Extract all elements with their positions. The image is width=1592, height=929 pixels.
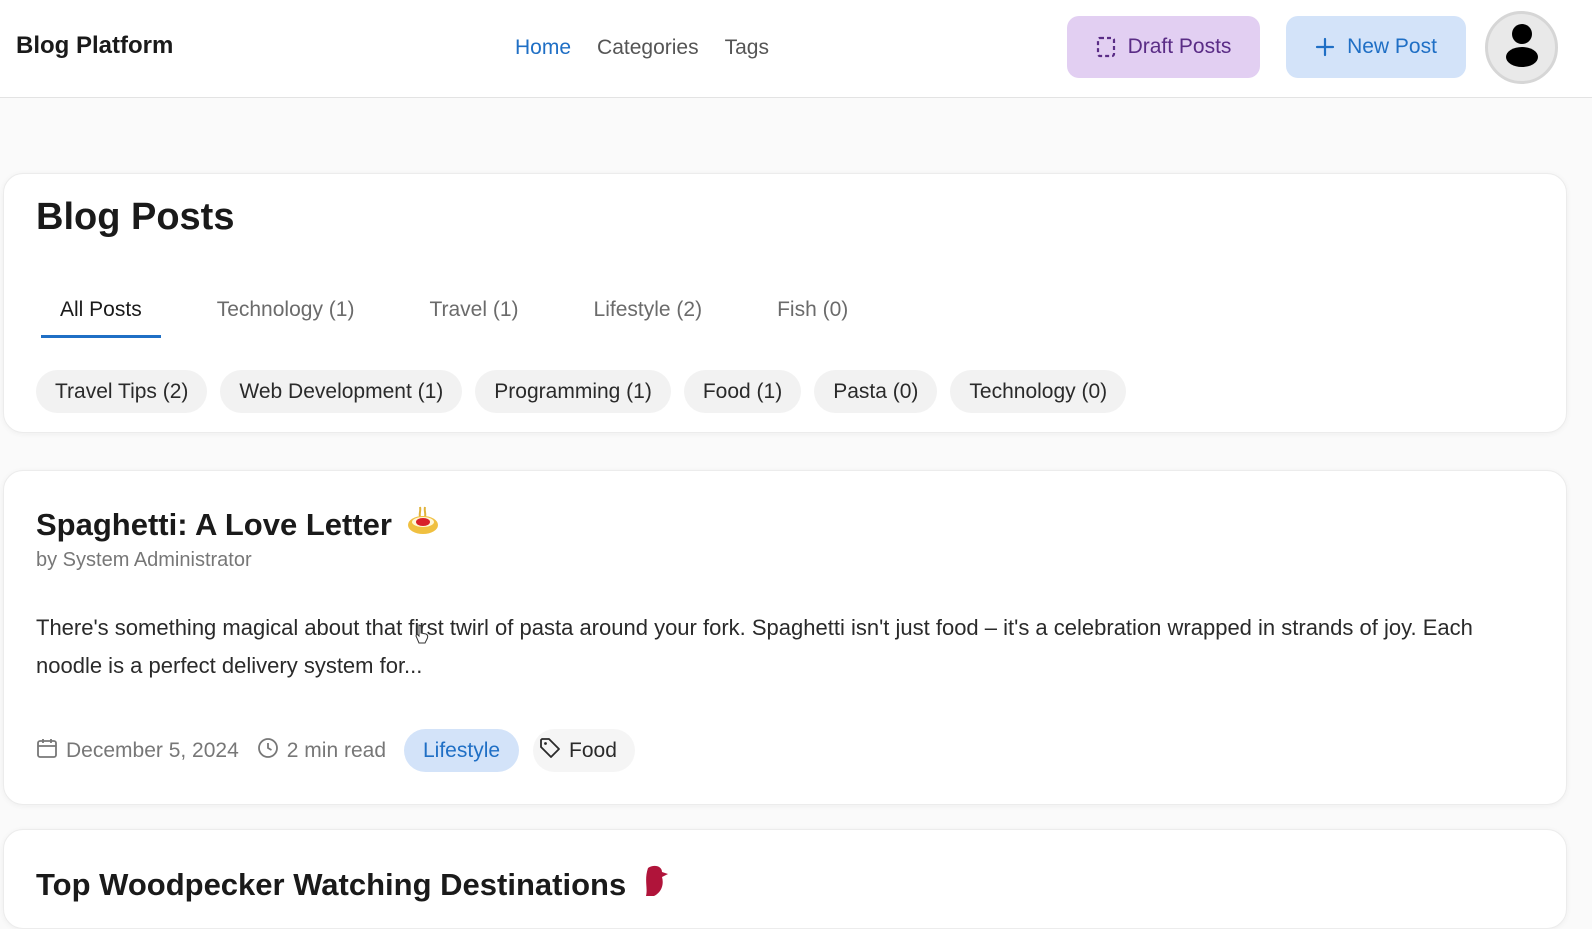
- post-title[interactable]: Top Woodpecker Watching Destinations: [36, 864, 670, 906]
- post-excerpt: There's something magical about that fir…: [36, 615, 1473, 678]
- user-avatar[interactable]: [1485, 11, 1558, 84]
- tag-chip-technology[interactable]: Technology (0): [950, 370, 1127, 413]
- nav-tags[interactable]: Tags: [725, 36, 769, 60]
- draft-posts-label: Draft Posts: [1127, 35, 1232, 58]
- top-header: Blog Platform Home Categories Tags Draft…: [0, 0, 1592, 98]
- brand-logo-text[interactable]: Blog Platform: [16, 32, 173, 60]
- user-icon: [1505, 23, 1539, 72]
- spaghetti-emoji-icon: [406, 505, 440, 545]
- mouse-pointer-icon: [414, 623, 430, 650]
- post-card[interactable]: Top Woodpecker Watching Destinations: [3, 829, 1567, 929]
- post-tag-text: Food: [569, 738, 617, 762]
- tag-chip-list: Travel Tips (2) Web Development (1) Prog…: [36, 370, 1127, 413]
- page-title: Blog Posts: [36, 196, 235, 238]
- post-card[interactable]: Spaghetti: A Love Letter by System Admin…: [3, 470, 1567, 805]
- new-post-label: New Post: [1347, 35, 1437, 58]
- post-read-time-text: 2 min read: [286, 738, 386, 762]
- clock-icon: [257, 737, 279, 765]
- tab-all-posts[interactable]: All Posts: [41, 298, 161, 338]
- post-author: by System Administrator: [36, 549, 252, 571]
- woodpecker-emoji-icon: [640, 864, 670, 906]
- tag-chip-web-development[interactable]: Web Development (1): [220, 370, 463, 413]
- tag-icon: [539, 737, 561, 765]
- post-tag-badge[interactable]: Food: [533, 729, 635, 772]
- tab-lifestyle[interactable]: Lifestyle (2): [575, 298, 722, 338]
- new-post-button[interactable]: New Post: [1286, 16, 1466, 78]
- calendar-icon: [36, 737, 58, 765]
- tag-chip-travel-tips[interactable]: Travel Tips (2): [36, 370, 208, 413]
- post-meta: December 5, 2024 2 min read Lifestyle Fo…: [36, 729, 635, 772]
- tag-chip-food[interactable]: Food (1): [683, 370, 802, 413]
- draft-posts-button[interactable]: Draft Posts: [1067, 16, 1260, 78]
- dashed-square-icon: [1096, 36, 1116, 58]
- nav-home[interactable]: Home: [515, 36, 571, 60]
- category-tabs: All Posts Technology (1) Travel (1) Life…: [41, 298, 904, 338]
- tag-chip-programming[interactable]: Programming (1): [475, 370, 671, 413]
- post-title[interactable]: Spaghetti: A Love Letter: [36, 505, 440, 545]
- post-title-text: Top Woodpecker Watching Destinations: [36, 867, 627, 902]
- tab-fish[interactable]: Fish (0): [758, 298, 867, 338]
- nav-categories[interactable]: Categories: [597, 36, 699, 60]
- main-nav: Home Categories Tags: [515, 36, 769, 60]
- post-date-text: December 5, 2024: [66, 738, 239, 762]
- tag-chip-pasta[interactable]: Pasta (0): [814, 370, 938, 413]
- plus-icon: [1315, 37, 1335, 57]
- post-read-time: 2 min read: [257, 737, 386, 765]
- post-title-text: Spaghetti: A Love Letter: [36, 507, 392, 542]
- posts-filter-card: Blog Posts All Posts Technology (1) Trav…: [3, 173, 1567, 433]
- tab-technology[interactable]: Technology (1): [198, 298, 374, 338]
- post-date: December 5, 2024: [36, 737, 239, 765]
- tab-travel[interactable]: Travel (1): [410, 298, 537, 338]
- post-category-badge[interactable]: Lifestyle: [404, 729, 520, 772]
